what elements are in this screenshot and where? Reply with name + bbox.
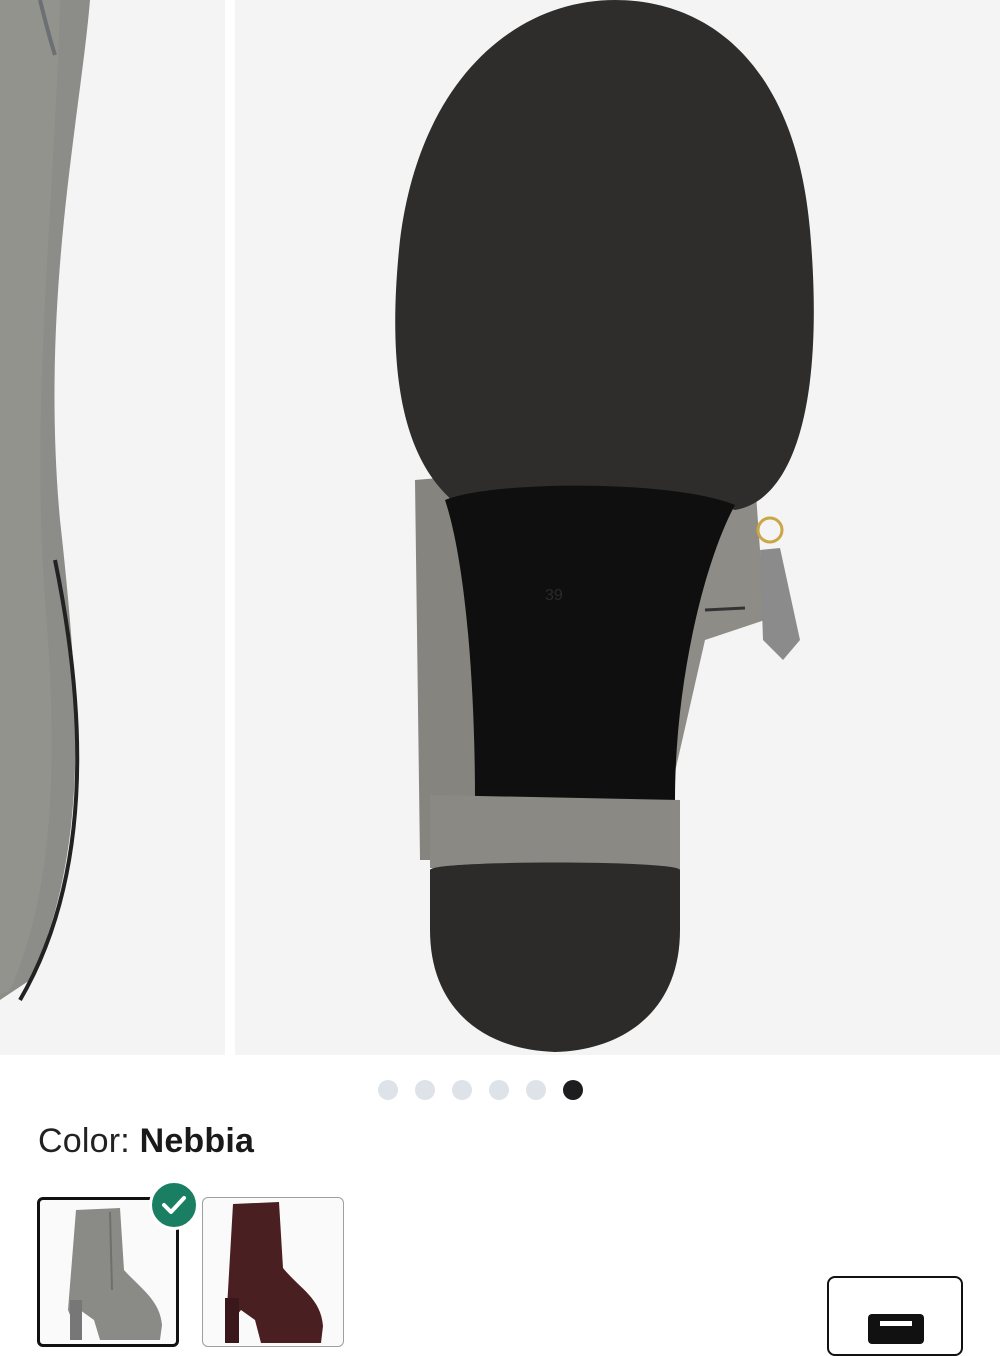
svg-text:39: 39 bbox=[545, 587, 563, 604]
boot-side-image bbox=[0, 0, 90, 1002]
gallery-slide-current[interactable]: 39 bbox=[235, 0, 1000, 1055]
gallery-pagination bbox=[0, 1080, 1000, 1100]
swatch-boot-image bbox=[225, 1202, 323, 1343]
color-selection-label: Color: Nebbia bbox=[38, 1122, 254, 1161]
gallery-slide-previous[interactable] bbox=[0, 0, 225, 1055]
selected-check-badge bbox=[149, 1180, 199, 1230]
pagination-dot-3[interactable] bbox=[452, 1080, 472, 1100]
card-icon bbox=[868, 1314, 924, 1344]
floating-action-button[interactable] bbox=[827, 1276, 963, 1356]
color-swatch-burgundy[interactable] bbox=[202, 1197, 344, 1347]
color-label-text: Color: bbox=[38, 1122, 130, 1160]
pagination-dot-4[interactable] bbox=[489, 1080, 509, 1100]
selected-color-name: Nebbia bbox=[139, 1122, 255, 1160]
product-image-gallery[interactable]: 39 bbox=[0, 0, 1000, 1055]
pagination-dot-1[interactable] bbox=[378, 1080, 398, 1100]
pagination-dot-6[interactable] bbox=[563, 1080, 583, 1100]
pagination-dot-2[interactable] bbox=[415, 1080, 435, 1100]
pagination-dot-5[interactable] bbox=[526, 1080, 546, 1100]
boot-sole-image: 39 bbox=[395, 0, 814, 1052]
checkmark-icon bbox=[162, 1196, 186, 1214]
